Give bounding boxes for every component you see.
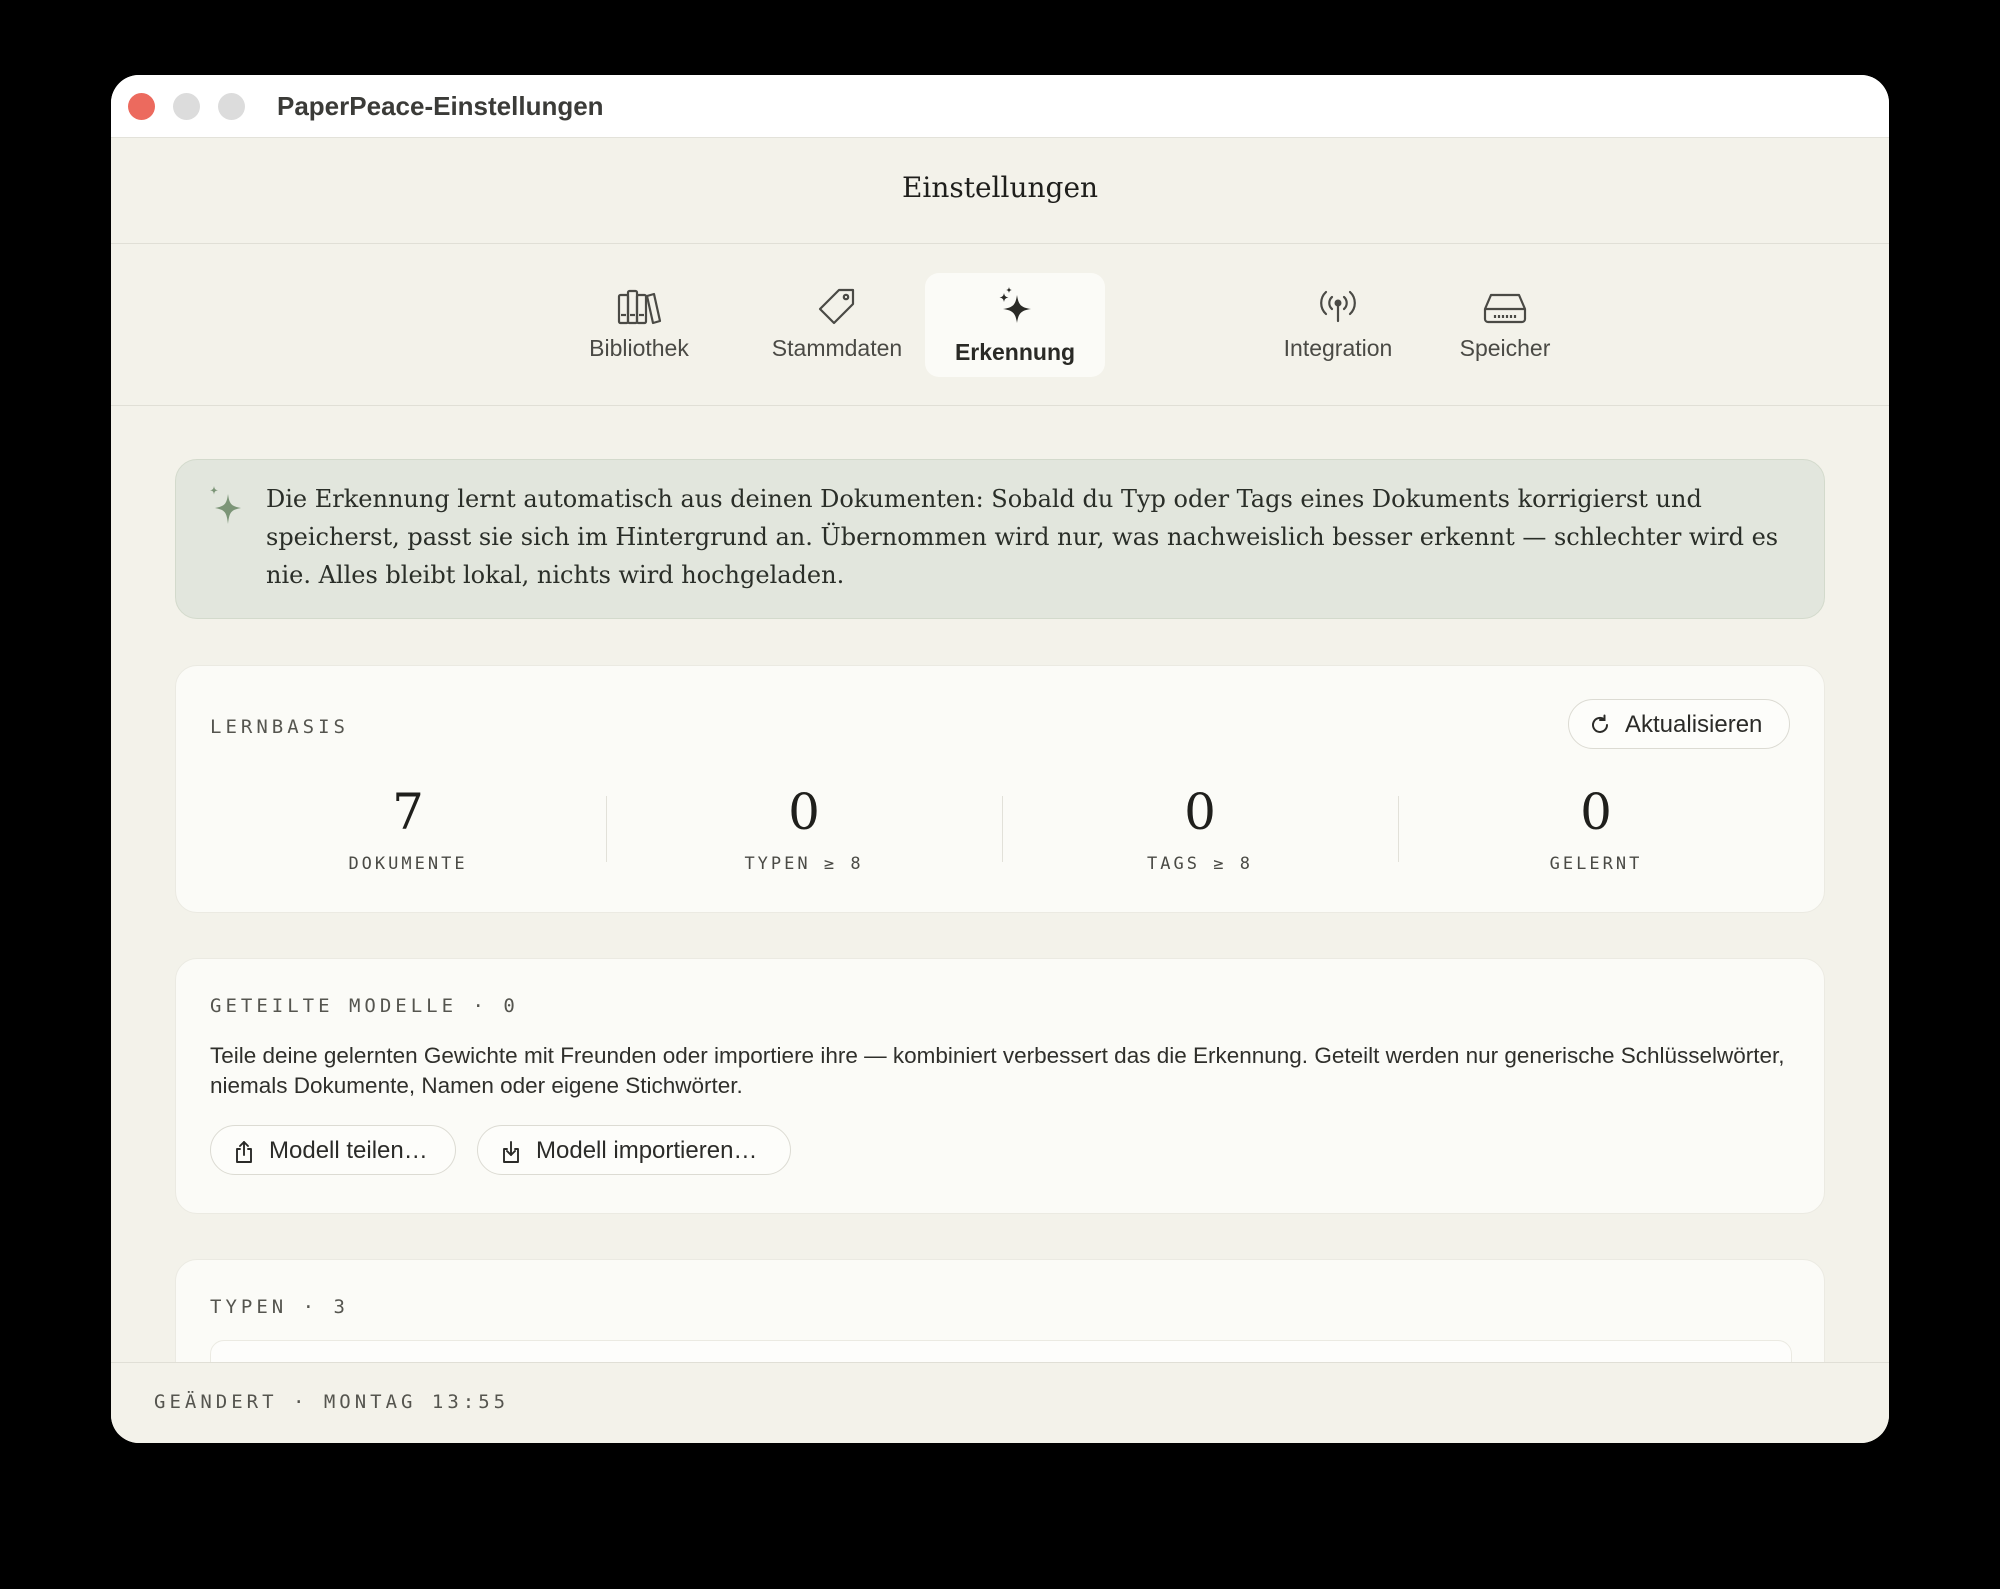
lernbasis-card: LERNBASIS Aktualisieren 7 DOKUMENTE 0 TY…: [175, 665, 1825, 913]
refresh-button[interactable]: Aktualisieren: [1568, 699, 1790, 749]
shared-description: Teile deine gelernten Gewichte mit Freun…: [210, 1043, 1785, 1098]
stat-typen: 0 TYPEN ≥ 8: [606, 782, 1002, 874]
tab-label: Speicher: [1459, 335, 1551, 361]
tab-speicher[interactable]: Speicher: [1431, 273, 1579, 377]
window-title: PaperPeace-Einstellungen: [277, 91, 604, 121]
tab-integration[interactable]: Integration: [1245, 273, 1431, 377]
import-model-label: Modell importieren…: [536, 1137, 758, 1164]
tab-stammdaten[interactable]: Stammdaten: [739, 273, 935, 377]
minimize-window-button[interactable]: [173, 93, 200, 120]
info-text: Die Erkennung lernt automatisch aus dein…: [266, 485, 1779, 589]
info-banner: Die Erkennung lernt automatisch aus dein…: [175, 459, 1825, 619]
tab-erkennung[interactable]: Erkennung: [925, 273, 1105, 377]
settings-window: PaperPeace-Einstellungen Einstellungen B…: [111, 75, 1889, 1443]
shared-models-card: GETEILTE MODELLE · 0 Teile deine gelernt…: [175, 958, 1825, 1214]
stat-caption: GELERNT: [1549, 854, 1643, 874]
stat-value: 0: [788, 783, 820, 841]
books-icon: [617, 289, 662, 325]
import-model-button[interactable]: Modell importieren…: [477, 1125, 791, 1175]
antenna-icon: [1320, 290, 1356, 323]
share-model-label: Modell teilen…: [269, 1137, 428, 1164]
section-label-types: TYPEN · 3: [210, 1296, 349, 1318]
settings-header: Einstellungen: [111, 137, 1889, 244]
tag-icon: [818, 288, 855, 325]
status-footer: GEÄNDERT · MONTAG 13:55: [111, 1362, 1889, 1443]
stat-tags: 0 TAGS ≥ 8: [1002, 782, 1398, 874]
section-label-shared: GETEILTE MODELLE · 0: [210, 995, 519, 1017]
tab-label: Stammdaten: [771, 335, 903, 361]
tab-bibliothek[interactable]: Bibliothek: [551, 273, 727, 377]
sparkles-icon: [210, 486, 241, 524]
title-bar: PaperPeace-Einstellungen: [111, 75, 1889, 138]
stat-caption: TYPEN ≥ 8: [744, 854, 864, 874]
tab-label: Bibliothek: [589, 335, 689, 361]
refresh-label: Aktualisieren: [1625, 711, 1763, 738]
drive-icon: [1483, 293, 1527, 324]
page-title: Einstellungen: [901, 171, 1099, 204]
zoom-window-button[interactable]: [218, 93, 245, 120]
stat-value: 0: [1184, 783, 1216, 841]
stat-dokumente: 7 DOKUMENTE: [210, 782, 606, 874]
stat-value: 0: [1580, 783, 1612, 841]
tab-label: Erkennung: [954, 339, 1076, 365]
last-changed-status: GEÄNDERT · MONTAG 13:55: [154, 1391, 510, 1413]
stat-value: 7: [392, 783, 424, 841]
share-icon: [236, 1141, 252, 1163]
refresh-icon: [1592, 714, 1608, 733]
sparkles-icon: [999, 287, 1031, 323]
stat-gelernt: 0 GELERNT: [1398, 782, 1794, 874]
share-model-button[interactable]: Modell teilen…: [210, 1125, 456, 1175]
stat-caption: TAGS ≥ 8: [1147, 854, 1253, 874]
import-icon: [503, 1141, 519, 1163]
close-window-button[interactable]: [128, 93, 155, 120]
stat-caption: DOKUMENTE: [348, 854, 468, 874]
section-label-lernbasis: LERNBASIS: [210, 716, 349, 738]
tab-label: Integration: [1283, 335, 1393, 361]
settings-tabs: Bibliothek Stammdaten Erkennung Integrat…: [111, 243, 1889, 406]
